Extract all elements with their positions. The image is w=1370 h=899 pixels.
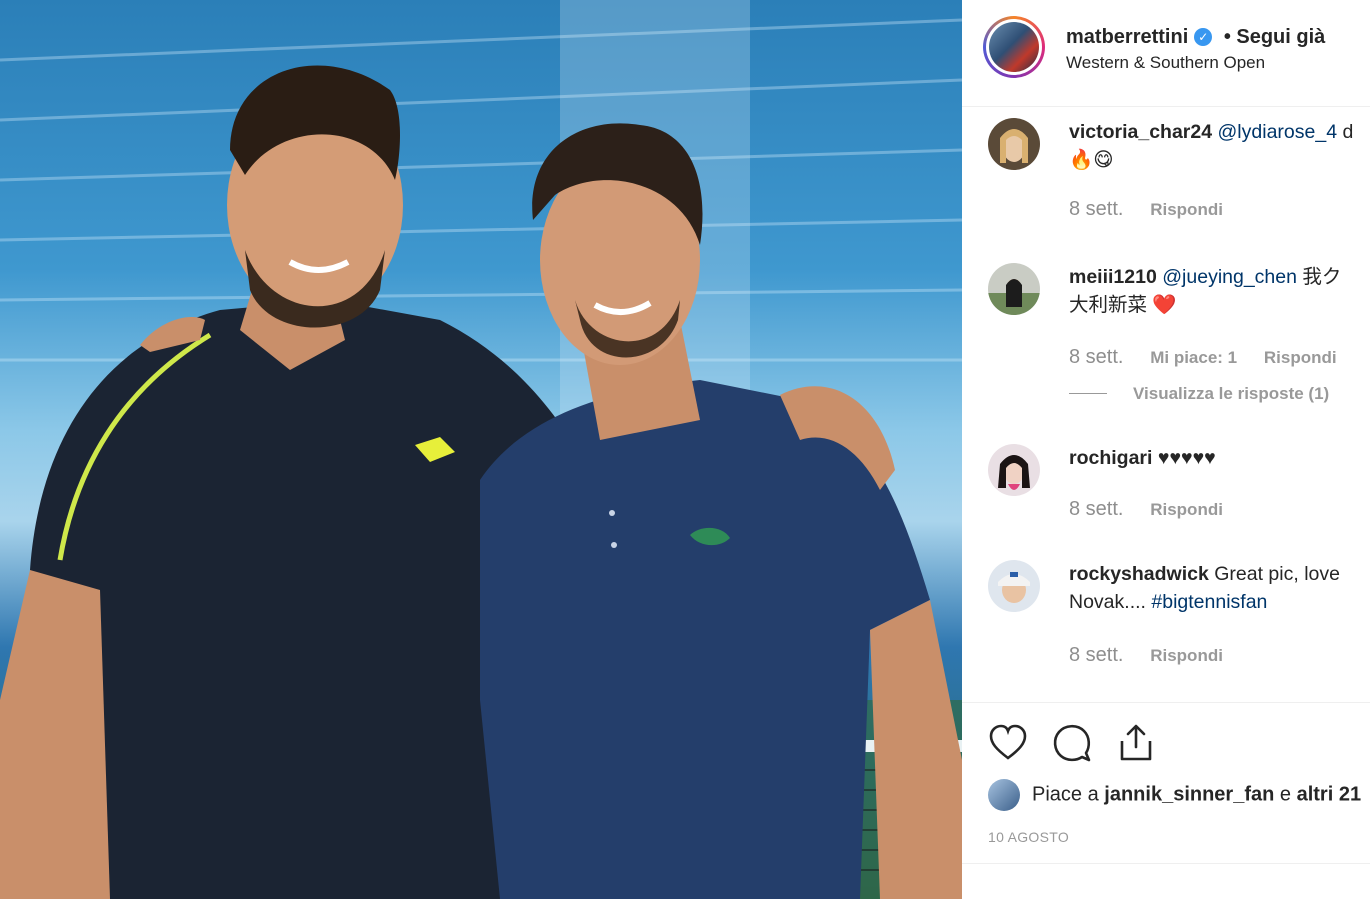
view-replies-label: Visualizza le risposte (1) — [1133, 384, 1330, 403]
reply-button[interactable]: Rispondi — [1150, 200, 1223, 219]
comment-meta: 8 sett. Rispondi — [1069, 644, 1245, 667]
comment-meta: 8 sett. Rispondi — [1069, 198, 1245, 221]
likes-prefix: Piace a — [1032, 783, 1099, 806]
comment-username[interactable]: rockyshadwick — [1069, 563, 1209, 585]
follow-status[interactable]: • Segui già — [1224, 26, 1325, 48]
comment-meta: 8 sett. Mi piace: 1 Rispondi — [1069, 346, 1359, 369]
replies-divider — [1069, 393, 1107, 394]
comment-avatar[interactable] — [988, 560, 1040, 612]
comment-username[interactable]: victoria_char24 — [1069, 121, 1212, 143]
comment-emoji: 🔥😋 — [1069, 149, 1114, 171]
post-side-panel: matberrettini ✓ • Segui già Western & Sou… — [962, 0, 1370, 899]
photo-illustration — [0, 0, 962, 899]
comment-hashtag[interactable]: #bigtennisfan — [1151, 591, 1267, 613]
likes-others[interactable]: altri 21 — [1297, 783, 1361, 805]
comment-username[interactable]: rochigari — [1069, 447, 1152, 469]
owner-avatar[interactable] — [983, 16, 1045, 78]
liker-avatar[interactable] — [988, 779, 1020, 811]
owner-line: matberrettini ✓ • Segui già — [1066, 26, 1325, 49]
liker-username[interactable]: jannik_sinner_fan — [1104, 783, 1274, 805]
reply-button[interactable]: Rispondi — [1150, 500, 1223, 519]
heart-icon[interactable] — [988, 723, 1028, 763]
comment-username[interactable]: meiii1210 — [1069, 266, 1157, 288]
comment-time[interactable]: 8 sett. — [1069, 498, 1123, 520]
post-location[interactable]: Western & Southern Open — [1066, 53, 1265, 73]
reply-button[interactable]: Rispondi — [1150, 646, 1223, 665]
comment-text: 我ク — [1302, 266, 1342, 288]
reply-button[interactable]: Rispondi — [1264, 348, 1337, 367]
comment-text: ♥♥♥♥♥ — [1157, 447, 1216, 469]
share-icon[interactable] — [1116, 723, 1156, 763]
owner-username[interactable]: matberrettini — [1066, 26, 1188, 48]
post-photo[interactable] — [0, 0, 962, 899]
view-replies-button[interactable]: Visualizza le risposte (1) — [1069, 384, 1329, 404]
comment-avatar[interactable] — [988, 263, 1040, 315]
comment-time[interactable]: 8 sett. — [1069, 644, 1123, 666]
comment-bubble-icon[interactable] — [1052, 723, 1092, 763]
comment-text: Great pic, love — [1214, 563, 1340, 585]
comment-avatar[interactable] — [988, 118, 1040, 170]
comment-time[interactable]: 8 sett. — [1069, 198, 1123, 220]
comment-meta: 8 sett. Rispondi — [1069, 498, 1245, 521]
verified-badge-icon: ✓ — [1194, 28, 1213, 46]
post-actions: Piace a jannik_sinner_fan e altri 21 10 … — [962, 702, 1370, 864]
comment-mention[interactable]: @jueying_chen — [1162, 266, 1297, 288]
comment-text-line2: Novak.... — [1069, 591, 1146, 613]
comment-text-line2: 大利新菜 ❤️ — [1069, 294, 1177, 316]
post-header: matberrettini ✓ • Segui già Western & Sou… — [962, 0, 1370, 107]
comment-text-tail: d — [1342, 121, 1354, 143]
comment-avatar[interactable] — [988, 444, 1040, 496]
comment-mention[interactable]: @lydiarose_4 — [1218, 121, 1338, 143]
likes-middle: e — [1279, 783, 1292, 806]
comment-likes-count[interactable]: Mi piace: 1 — [1150, 348, 1237, 367]
likes-summary: Piace a jannik_sinner_fan e altri 21 — [988, 779, 1361, 811]
post-date[interactable]: 10 AGOSTO — [988, 829, 1069, 845]
comment-time[interactable]: 8 sett. — [1069, 346, 1123, 368]
owner-avatar-image — [989, 22, 1039, 72]
